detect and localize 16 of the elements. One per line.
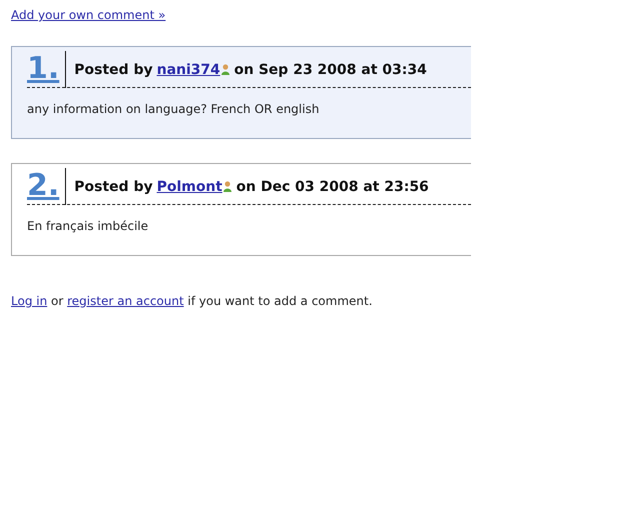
posted-by-label: Posted by bbox=[74, 62, 153, 78]
user-icon bbox=[223, 181, 232, 192]
author-link[interactable]: Polmont bbox=[156, 178, 222, 194]
comment-body: En français imbécile bbox=[27, 219, 150, 233]
comment-date: on Sep 23 2008 at 03:34 bbox=[234, 62, 427, 78]
comment-body: any information on language? French OR english bbox=[27, 102, 320, 116]
comment-number: 1. bbox=[27, 51, 60, 87]
comment-number: 2. bbox=[27, 168, 60, 204]
comment-date: on Dec 03 2008 at 23:56 bbox=[236, 178, 429, 194]
login-prompt: Log in or register an account if you want to add a comment. bbox=[11, 294, 374, 308]
author-link[interactable]: nani374 bbox=[156, 62, 220, 78]
posted-by-label: Posted by bbox=[74, 178, 153, 194]
register-link[interactable]: register an account bbox=[67, 294, 184, 308]
login-link[interactable]: Log in bbox=[11, 294, 48, 308]
user-icon bbox=[221, 64, 230, 75]
add-comment-link[interactable]: Add your own comment » bbox=[11, 8, 166, 22]
